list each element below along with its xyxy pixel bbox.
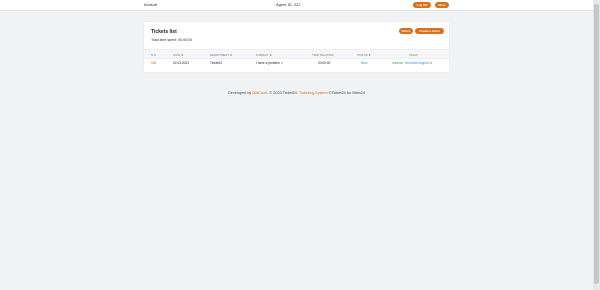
filters-button[interactable]: Filters [399, 28, 413, 34]
ticketing-system-link[interactable]: Ticketing System [299, 91, 328, 95]
footer-suffix: ©Ticket24 for Bitrix24 [328, 91, 365, 95]
column-header-subject[interactable]: SUBJECT ⬍ [256, 53, 272, 57]
ticket-task[interactable]: medium Technical support ⧉ [392, 61, 432, 65]
developer-link[interactable]: OMCsoft [252, 91, 267, 95]
ticket-time-tracking: 00:00:00 [318, 61, 331, 65]
total-time-spent: Total time spent: 00:00:00 [151, 38, 193, 42]
ticket-date: 02.03.2023 [173, 61, 189, 65]
ticket-department: Ticket24 [210, 61, 222, 65]
column-header-time-tracking: TIME TRACKING [312, 52, 334, 57]
page-title: Tickets list [151, 29, 177, 35]
column-header-department[interactable]: DEPARTMENT ⬍ [210, 53, 232, 57]
external-link-icon[interactable]: ⧉ [430, 61, 432, 65]
create-ticket-button[interactable]: Create a ticket [415, 28, 444, 34]
footer: Developed by OMCsoft. © 2023 Ticket24. T… [0, 91, 593, 95]
more-button[interactable]: More [435, 2, 449, 8]
scrollbar-thumb[interactable] [594, 4, 599, 284]
column-header-number[interactable]: N.N. [151, 53, 157, 57]
ticket-subject-text[interactable]: I have a problem [256, 61, 280, 65]
tickets-card: Tickets list Total time spent: 00:00:00 … [144, 22, 449, 72]
task-priority: medium [392, 61, 404, 65]
column-header-status[interactable]: STATUS ⬍ [357, 53, 371, 57]
log-off-button[interactable]: Log Off [413, 2, 431, 8]
ticket-number-link[interactable]: 546 [151, 61, 156, 65]
page-scrollbar[interactable] [593, 0, 600, 290]
ticket-subject[interactable]: I have a problem ✎ [256, 61, 283, 65]
task-link[interactable]: Technical support [404, 61, 429, 65]
footer-prefix: Developed by [227, 91, 252, 95]
agent-id: Agent ID: 322 [276, 2, 301, 7]
app-name[interactable]: Itobsoft [144, 2, 157, 7]
top-bar: Itobsoft Agent ID: 322 Log Off More [0, 0, 593, 11]
table-row[interactable]: 546 02.03.2023 Ticket24 I have a problem… [144, 58, 449, 68]
pencil-icon[interactable]: ✎ [281, 61, 284, 65]
status-badge: New [361, 61, 368, 65]
column-header-date[interactable]: DATE ⬍ [173, 53, 183, 57]
column-header-tasks: TASKS [409, 52, 418, 57]
footer-copyright: . © 2023 Ticket24. [267, 91, 298, 95]
